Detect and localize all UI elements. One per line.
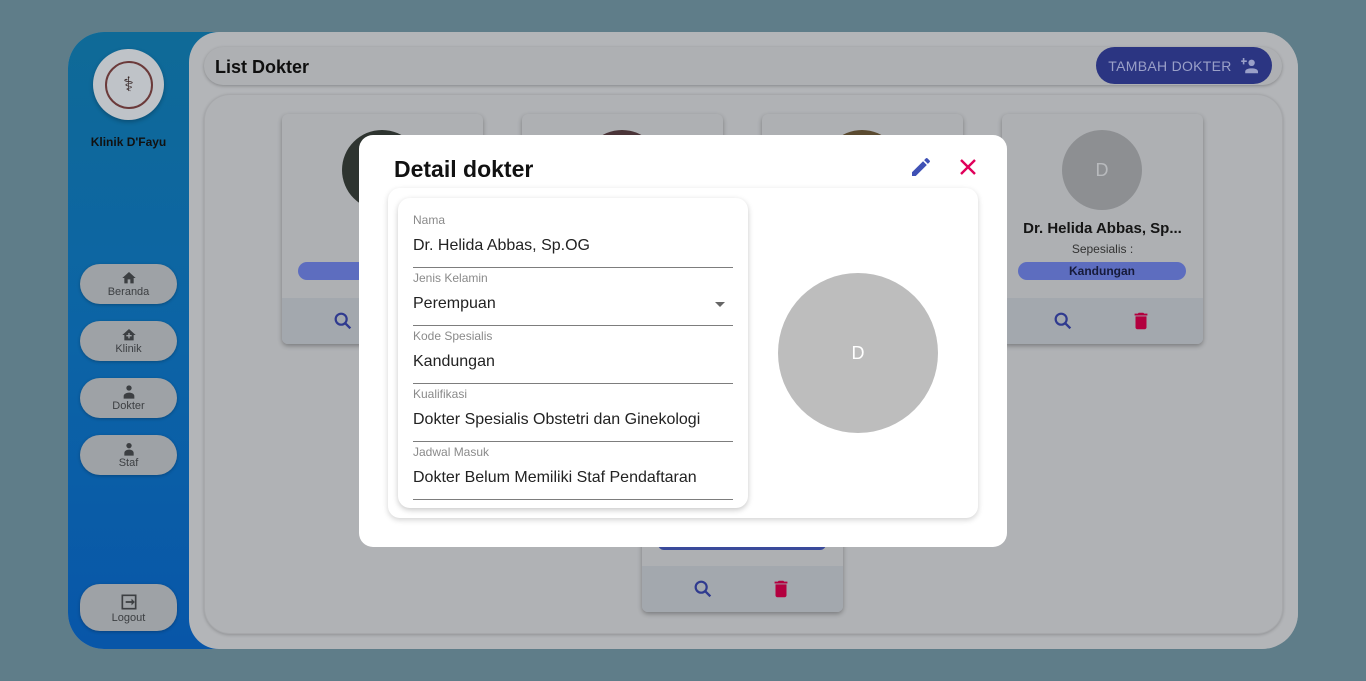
specialty-code-field[interactable]: Kode Spesialis Kandungan: [413, 329, 733, 384]
field-value: Kandungan: [413, 353, 495, 370]
field-label: Kualifikasi: [413, 387, 468, 401]
modal-title: Detail dokter: [394, 156, 534, 182]
field-label: Nama: [413, 213, 446, 227]
modal-overlay: Detail dokter Nama Dr. Helida Abbas, Sp.…: [0, 0, 1366, 681]
field-value: Dr. Helida Abbas, Sp.OG: [413, 237, 590, 254]
qualification-field[interactable]: Kualifikasi Dokter Spesialis Obstetri da…: [413, 387, 733, 442]
schedule-field[interactable]: Jadwal Masuk Dokter Belum Memiliki Staf …: [413, 445, 733, 500]
modal-body: Nama Dr. Helida Abbas, Sp.OG Jenis Kelam…: [388, 188, 978, 518]
name-field[interactable]: Nama Dr. Helida Abbas, Sp.OG: [413, 213, 733, 268]
chevron-down-icon[interactable]: [715, 302, 725, 307]
doctor-detail-modal: Detail dokter Nama Dr. Helida Abbas, Sp.…: [359, 135, 1007, 547]
edit-icon[interactable]: [909, 155, 933, 179]
field-label: Kode Spesialis: [413, 329, 493, 343]
field-value: Dokter Belum Memiliki Staf Pendaftaran: [413, 469, 697, 486]
doctor-avatar-large: D: [778, 273, 938, 433]
field-label: Jadwal Masuk: [413, 445, 490, 459]
close-icon[interactable]: [956, 155, 980, 179]
field-label: Jenis Kelamin: [413, 271, 488, 285]
detail-form: Nama Dr. Helida Abbas, Sp.OG Jenis Kelam…: [398, 198, 748, 508]
gender-select[interactable]: Jenis Kelamin Perempuan: [413, 271, 733, 326]
field-value: Perempuan: [413, 295, 496, 312]
field-value: Dokter Spesialis Obstetri dan Ginekologi: [413, 411, 701, 428]
